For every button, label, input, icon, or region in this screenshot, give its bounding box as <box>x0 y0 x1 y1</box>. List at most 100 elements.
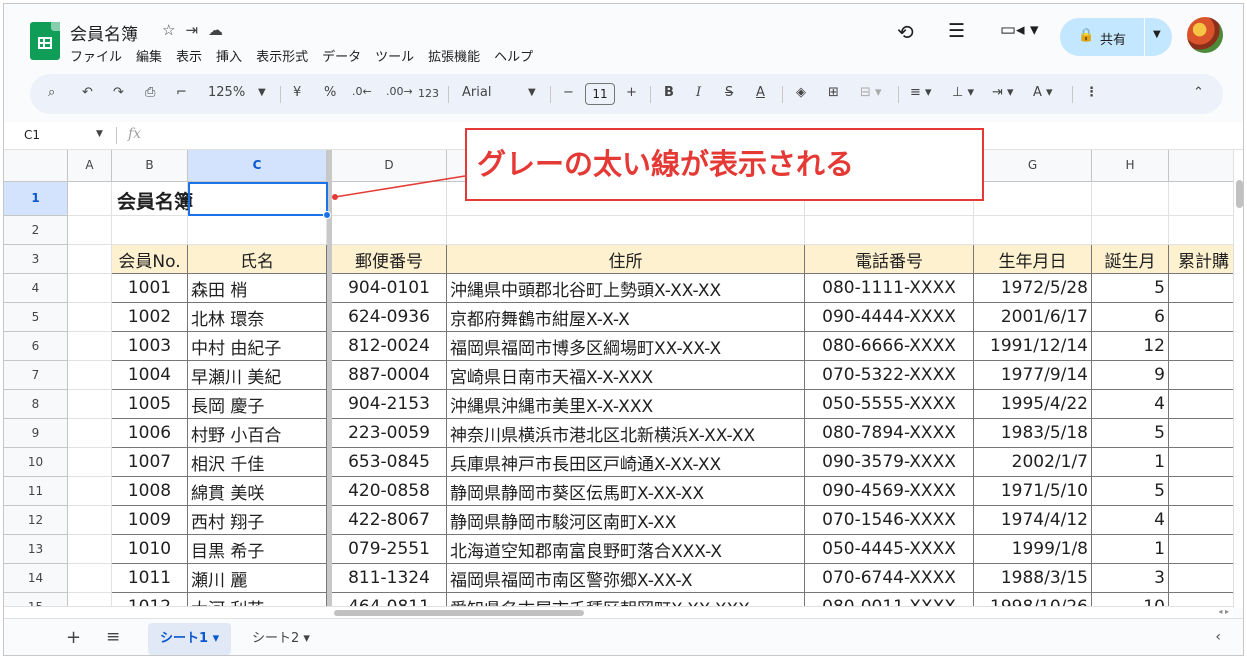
fill-handle[interactable] <box>323 211 331 219</box>
table-cell[interactable]: 2001/6/17 <box>974 303 1092 332</box>
table-cell[interactable]: 5 <box>1092 477 1169 506</box>
table-cell[interactable]: 223-0059 <box>332 419 447 448</box>
text-rotation-icon[interactable]: A ▾ <box>1033 85 1053 100</box>
cell[interactable] <box>68 245 112 274</box>
table-cell[interactable]: 西村 翔子 <box>188 506 327 535</box>
table-cell[interactable] <box>1169 332 1233 361</box>
account-avatar[interactable] <box>1187 17 1223 53</box>
column-header-b[interactable]: B <box>112 150 188 182</box>
fill-color-icon[interactable]: ◈ <box>796 85 806 100</box>
table-cell[interactable]: 1003 <box>112 332 188 361</box>
row-header-6[interactable]: 6 <box>4 332 68 361</box>
table-cell[interactable]: 瀬川 麗 <box>188 564 327 593</box>
comments-icon[interactable]: ☰ <box>948 20 965 42</box>
table-cell[interactable]: 宮崎県日南市天福X-X-XXX <box>447 361 805 390</box>
row-header-2[interactable]: 2 <box>4 216 68 245</box>
table-cell[interactable]: 中村 由紀子 <box>188 332 327 361</box>
table-cell[interactable]: 6 <box>1092 303 1169 332</box>
table-cell[interactable]: 904-2153 <box>332 390 447 419</box>
font-dropdown-icon[interactable]: ▼ <box>528 87 536 98</box>
column-header-h[interactable]: H <box>1092 150 1169 182</box>
table-cell[interactable] <box>1169 593 1233 606</box>
table-cell[interactable]: 1010 <box>112 535 188 564</box>
cell[interactable] <box>447 216 805 245</box>
text-wrap-icon[interactable]: ⇥ ▾ <box>992 85 1014 100</box>
cell[interactable] <box>1092 216 1169 245</box>
table-cell[interactable]: 長岡 慶子 <box>188 390 327 419</box>
table-cell[interactable]: 1012 <box>112 593 188 606</box>
table-cell[interactable]: 1002 <box>112 303 188 332</box>
row-header-7[interactable]: 7 <box>4 361 68 390</box>
table-cell[interactable]: 1 <box>1092 448 1169 477</box>
name-box-dropdown-icon[interactable]: ▼ <box>96 129 103 139</box>
table-cell[interactable]: 福岡県福岡市博多区綱場町XX-XX-X <box>447 332 805 361</box>
strikethrough-icon[interactable]: S <box>725 85 733 100</box>
table-cell[interactable]: 090-4569-XXXX <box>805 477 974 506</box>
cell[interactable] <box>68 448 112 477</box>
table-cell[interactable]: 北海道空知郡南富良野町落合XXX-X <box>447 535 805 564</box>
table-header-cell[interactable]: 住所 <box>447 245 805 274</box>
table-cell[interactable]: 1006 <box>112 419 188 448</box>
table-cell[interactable]: 福岡県福岡市南区警弥郷X-XX-X <box>447 564 805 593</box>
merge-cells-icon[interactable]: ⊟ ▾ <box>860 85 882 100</box>
table-cell[interactable] <box>1169 564 1233 593</box>
italic-icon[interactable]: I <box>696 85 701 100</box>
table-cell[interactable] <box>1169 303 1233 332</box>
row-header-11[interactable]: 11 <box>4 477 68 506</box>
table-cell[interactable]: 1005 <box>112 390 188 419</box>
cell[interactable] <box>974 182 1092 216</box>
table-cell[interactable]: 2002/1/7 <box>974 448 1092 477</box>
table-cell[interactable]: 相沢 千佳 <box>188 448 327 477</box>
table-cell[interactable]: 090-3579-XXXX <box>805 448 974 477</box>
table-cell[interactable]: 北林 環奈 <box>188 303 327 332</box>
table-cell[interactable]: 420-0858 <box>332 477 447 506</box>
table-cell[interactable]: 422-8067 <box>332 506 447 535</box>
table-header-cell[interactable]: 累計購 <box>1169 245 1233 274</box>
table-cell[interactable]: 1011 <box>112 564 188 593</box>
menu-view[interactable]: 表示 <box>176 46 202 65</box>
table-cell[interactable]: 464-0811 <box>332 593 447 606</box>
table-cell[interactable]: 4 <box>1092 390 1169 419</box>
row-header-3[interactable]: 3 <box>4 245 68 274</box>
table-cell[interactable]: 10 <box>1092 593 1169 606</box>
cell[interactable] <box>1092 182 1169 216</box>
table-cell[interactable]: 812-0024 <box>332 332 447 361</box>
table-cell[interactable]: 1999/1/8 <box>974 535 1092 564</box>
share-button[interactable]: 🔒 共有 ▼ <box>1060 18 1172 56</box>
table-cell[interactable]: 1988/3/15 <box>974 564 1092 593</box>
text-color-icon[interactable]: A <box>756 85 765 100</box>
cell[interactable] <box>1169 216 1233 245</box>
sheet-title-cell[interactable]: 会員名簿 <box>117 187 193 214</box>
table-cell[interactable]: 050-4445-XXXX <box>805 535 974 564</box>
table-cell[interactable]: 静岡県静岡市駿河区南町X-XX <box>447 506 805 535</box>
table-header-cell[interactable]: 電話番号 <box>805 245 974 274</box>
column-header-a[interactable]: A <box>68 150 112 182</box>
cell[interactable] <box>68 390 112 419</box>
name-box[interactable]: C1 <box>24 128 40 142</box>
table-cell[interactable] <box>1169 506 1233 535</box>
cell[interactable] <box>68 564 112 593</box>
table-cell[interactable]: 1971/5/10 <box>974 477 1092 506</box>
column-header-c[interactable]: C <box>188 150 327 182</box>
selected-cell-c1[interactable] <box>188 182 328 216</box>
table-cell[interactable] <box>1169 390 1233 419</box>
table-cell[interactable]: 1977/9/14 <box>974 361 1092 390</box>
table-cell[interactable]: 綿貫 美咲 <box>188 477 327 506</box>
sheet-grid[interactable]: A B C D E F G H 123会員No.氏名郵便番号住所電話番号生年月日… <box>4 150 1233 606</box>
table-cell[interactable]: 624-0936 <box>332 303 447 332</box>
paint-format-icon[interactable]: ⌐ <box>176 85 187 100</box>
sheets-logo-icon[interactable] <box>30 22 60 60</box>
table-cell[interactable]: 811-1324 <box>332 564 447 593</box>
percent-format-button[interactable]: % <box>324 85 336 100</box>
table-cell[interactable]: 神奈川県横浜市港北区北新横浜X-XX-XX <box>447 419 805 448</box>
bold-icon[interactable]: B <box>664 85 674 100</box>
table-cell[interactable]: 目黒 希子 <box>188 535 327 564</box>
column-header-i[interactable] <box>1169 150 1233 182</box>
number-format-button[interactable]: 123 <box>418 87 439 100</box>
table-header-cell[interactable]: 会員No. <box>112 245 188 274</box>
table-cell[interactable]: 070-6744-XXXX <box>805 564 974 593</box>
table-cell[interactable]: 1004 <box>112 361 188 390</box>
cell[interactable] <box>68 506 112 535</box>
table-header-cell[interactable]: 氏名 <box>188 245 327 274</box>
menu-data[interactable]: データ <box>322 46 361 65</box>
